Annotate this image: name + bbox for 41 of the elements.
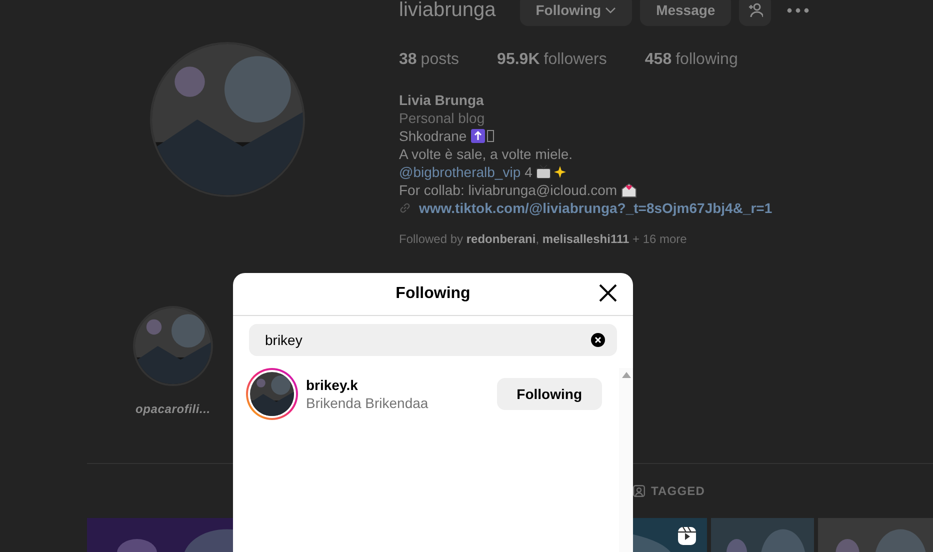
stat-count: 458 [644, 50, 672, 70]
result-username[interactable]: brikey.k [306, 376, 497, 394]
tv-icon [536, 165, 552, 179]
link-icon [399, 202, 411, 214]
more-icon [787, 8, 810, 12]
bio-text: Shkodrane [399, 127, 467, 145]
search-field[interactable]: brikey [249, 324, 617, 356]
profile-name: Livia Brunga [399, 91, 485, 109]
result-full-name: Brikenda Brikendaa [306, 394, 430, 412]
clear-icon[interactable] [591, 333, 605, 347]
stat-label[interactable]: followers [544, 48, 607, 72]
envelope-icon [621, 182, 638, 198]
story-ring-avatar[interactable] [246, 368, 298, 420]
close-icon [599, 284, 617, 302]
tagged-tab[interactable]: TAGGED [632, 464, 705, 518]
scrollbar[interactable] [619, 368, 633, 552]
add-person-button[interactable] [739, 0, 772, 26]
bio-text: A volte è sale, a volte miele. [399, 145, 573, 163]
tagged-icon [632, 485, 645, 497]
followed-by-text[interactable]: Followed by redonberani, melisalleshi111 + 16 more [399, 230, 818, 248]
box-icon [486, 130, 494, 142]
chevron-down-icon [605, 6, 616, 14]
bio-text: For collab: liviabrunga@icloud.com [399, 181, 618, 199]
stat-label[interactable]: posts [420, 48, 460, 72]
stat-label[interactable]: following [676, 48, 738, 72]
mention-link[interactable]: @bigbrotheralb_vip [399, 163, 521, 181]
stat-count: 38 [399, 50, 417, 70]
add-person-icon [747, 2, 764, 18]
following-button[interactable]: Following [520, 0, 632, 26]
close-button[interactable] [599, 284, 617, 302]
bio-link[interactable]: www.tiktok.com/@liviabrunga?_t=8sOjm67Jbj4&_r=1 [419, 199, 772, 217]
stat-count: 95.9K [497, 50, 540, 70]
highlight-label: opacarofili... [136, 401, 210, 418]
category-label: Personal blog [399, 109, 485, 127]
sparkle-icon [553, 164, 568, 180]
message-button[interactable]: Message [640, 0, 732, 26]
profile-username: liviabrunga [399, 0, 496, 23]
reel-icon [677, 526, 697, 546]
bio-text: 4 [524, 163, 532, 181]
following-button[interactable]: Following [496, 378, 602, 410]
dialog-title: Following [396, 284, 470, 304]
